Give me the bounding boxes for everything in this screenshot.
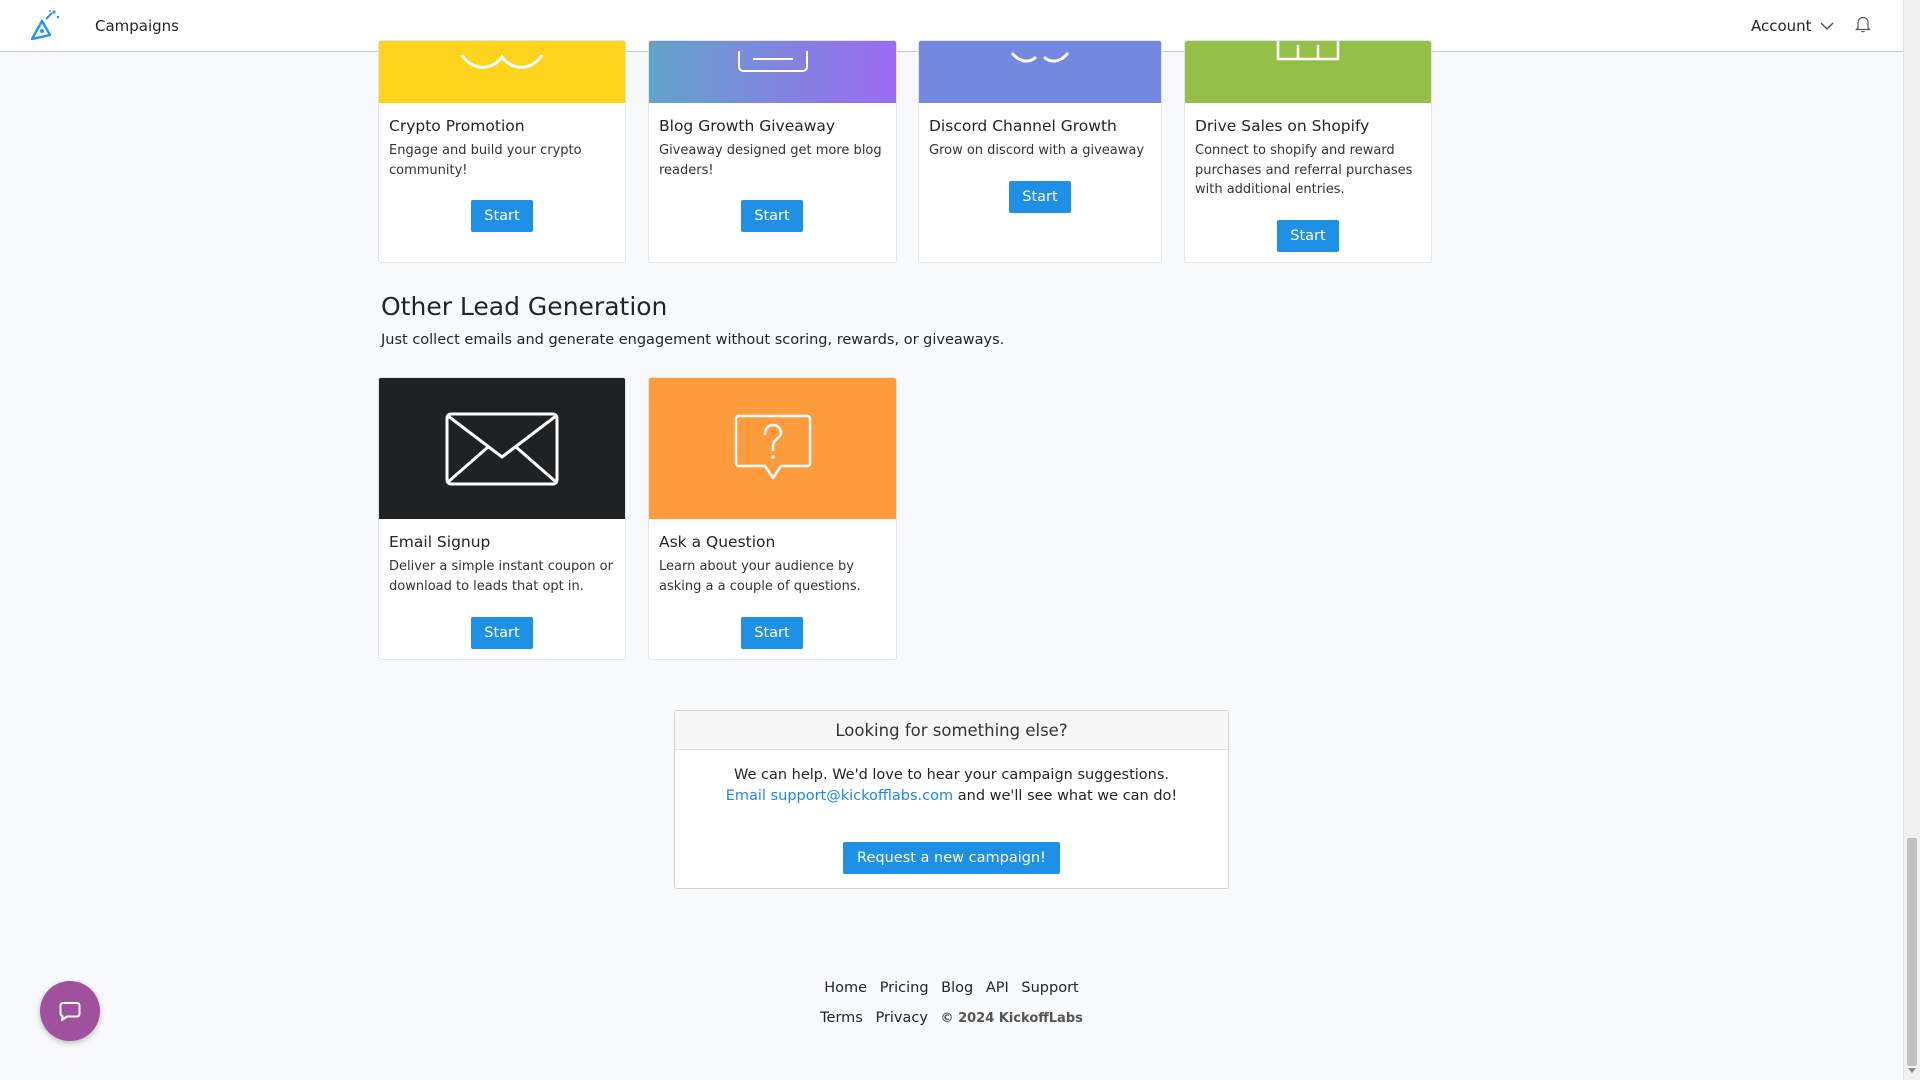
chat-widget-button[interactable]: [40, 981, 100, 1041]
chat-bubble-icon: [59, 1002, 81, 1021]
kickofflabs-logo-icon[interactable]: [28, 9, 62, 43]
card-title: Ask a Question: [659, 533, 776, 551]
help-text: We can help. We'd love to hear your camp…: [733, 767, 1170, 783]
footer-link-privacy[interactable]: Privacy: [875, 1010, 928, 1026]
card-image-crypto: [379, 41, 625, 103]
card-title: Discord Channel Growth: [929, 117, 1117, 135]
card-description: Learn about your audience by asking a a …: [659, 559, 861, 594]
scrollbar-thumb[interactable]: [1907, 838, 1917, 1066]
footer-link-pricing[interactable]: Pricing: [880, 980, 929, 996]
card-title: Crypto Promotion: [389, 117, 525, 135]
newsletter-icon: [737, 51, 808, 72]
envelope-icon: [445, 412, 559, 485]
card-image-question: [649, 378, 896, 519]
request-campaign-button[interactable]: Request a new campaign!: [843, 842, 1060, 874]
start-button[interactable]: Start: [471, 617, 533, 649]
card-description: Engage and build your crypto community!: [389, 143, 582, 178]
section-subtitle: Just collect emails and generate engagem…: [381, 332, 1005, 348]
start-button[interactable]: Start: [1277, 220, 1339, 252]
nav-campaigns-link[interactable]: Campaigns: [95, 17, 179, 35]
support-email-link[interactable]: Email support@kickofflabs.com: [726, 788, 953, 804]
account-label: Account: [1751, 17, 1812, 35]
footer-link-support[interactable]: Support: [1021, 980, 1078, 996]
footer-link-home[interactable]: Home: [824, 980, 867, 996]
card-title: Drive Sales on Shopify: [1195, 117, 1370, 135]
campaign-card-ask-question: Ask a Question Learn about your audience…: [648, 377, 897, 660]
card-title: Blog Growth Giveaway: [659, 117, 836, 135]
scroll-down-arrow-icon[interactable]: [1908, 1068, 1916, 1073]
campaign-card-shopify-sales: Drive Sales on Shopify Connect to shopif…: [1184, 40, 1432, 263]
chevron-down-icon: [1820, 22, 1834, 30]
card-description: Deliver a simple instant coupon or downl…: [389, 559, 613, 594]
footer-link-api[interactable]: API: [986, 980, 1009, 996]
card-image-blog: [649, 41, 896, 103]
card-description: Grow on discord with a giveaway: [929, 143, 1145, 158]
footer-links: Home Pricing Blog API Support: [0, 980, 1903, 996]
footer-legal: Terms Privacy © 2024 KickoffLabs: [0, 1010, 1903, 1026]
question-bubble-icon: [734, 414, 811, 479]
start-button[interactable]: Start: [741, 200, 803, 232]
start-button[interactable]: Start: [1009, 181, 1071, 213]
footer-link-terms[interactable]: Terms: [820, 1010, 863, 1026]
section-title: Other Lead Generation: [381, 292, 668, 321]
campaign-card-crypto-promotion: Crypto Promotion Engage and build your c…: [378, 40, 626, 263]
card-description: Giveaway designed get more blog readers!: [659, 143, 882, 178]
card-image-discord: [919, 41, 1161, 103]
card-image-email: [379, 378, 625, 519]
storefront-icon: [1276, 41, 1340, 61]
start-button[interactable]: Start: [741, 617, 803, 649]
help-panel: Looking for something else? We can help.…: [674, 710, 1229, 889]
account-menu[interactable]: Account: [1751, 17, 1834, 35]
start-button[interactable]: Start: [471, 200, 533, 232]
copyright: © 2024 KickoffLabs: [940, 1011, 1083, 1026]
campaign-card-discord-growth: Discord Channel Growth Grow on discord w…: [918, 40, 1162, 263]
help-text-rest: and we'll see what we can do!: [953, 788, 1178, 804]
help-heading: Looking for something else?: [675, 711, 1228, 750]
page-scrollbar[interactable]: [1903, 0, 1920, 1080]
card-title: Email Signup: [389, 533, 491, 551]
help-text-email: Email support@kickofflabs.com and we'll …: [675, 788, 1228, 804]
discord-icon: [1010, 52, 1070, 63]
footer-link-blog[interactable]: Blog: [941, 980, 973, 996]
card-description: Connect to shopify and reward purchases …: [1195, 143, 1413, 197]
card-image-shopify: [1185, 41, 1431, 103]
campaign-card-blog-growth: Blog Growth Giveaway Giveaway designed g…: [648, 40, 897, 263]
campaign-card-email-signup: Email Signup Deliver a simple instant co…: [378, 377, 626, 660]
bell-icon[interactable]: [1855, 15, 1871, 33]
coins-icon: [460, 54, 544, 69]
